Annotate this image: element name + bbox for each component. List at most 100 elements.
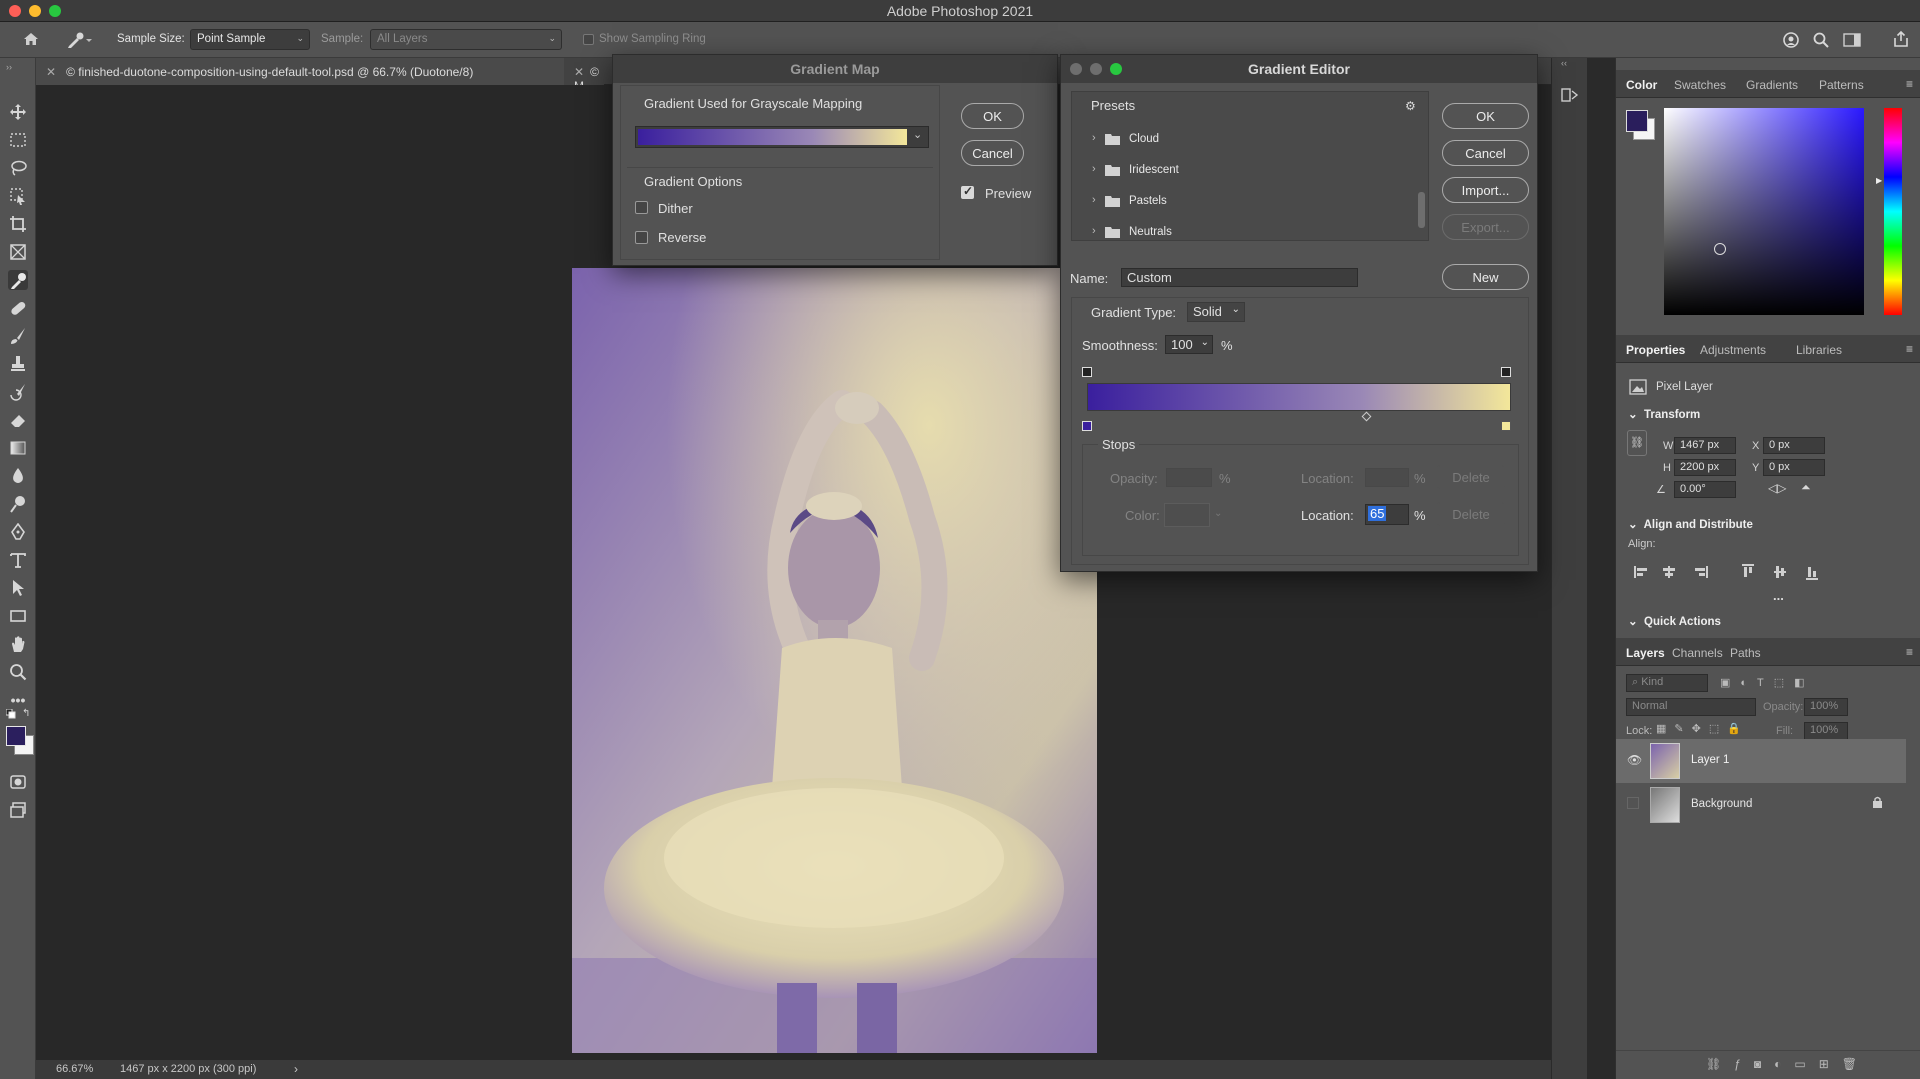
chevron-right-icon[interactable]: ›	[1092, 225, 1096, 237]
x-field[interactable]: 0 px	[1763, 437, 1825, 454]
hue-slider-arrow-icon[interactable]: ▶	[1876, 176, 1882, 185]
chevron-right-icon[interactable]: ›	[294, 1062, 298, 1076]
layer-filter-icons[interactable]: ▣◐T⬚◧	[1720, 676, 1815, 689]
gradient-tool-icon[interactable]	[8, 438, 28, 458]
panel-menu-icon[interactable]: ≡	[1906, 342, 1913, 356]
eraser-tool-icon[interactable]	[8, 410, 28, 430]
zoom-dialog-button[interactable]	[1110, 63, 1122, 75]
rectangle-tool-icon[interactable]	[8, 606, 28, 626]
default-colors-icon[interactable]	[5, 708, 16, 722]
home-icon[interactable]	[22, 31, 40, 47]
hue-slider[interactable]	[1884, 108, 1902, 315]
tab-swatches[interactable]: Swatches	[1674, 78, 1726, 92]
tab-document-2[interactable]: ✕© M	[564, 58, 604, 93]
gradient-preview-strip[interactable]	[638, 129, 907, 145]
close-tab-icon[interactable]: ✕	[574, 65, 584, 79]
pen-tool-icon[interactable]	[8, 522, 28, 542]
zoom-tool-icon[interactable]	[8, 662, 28, 682]
tab-properties[interactable]: Properties	[1626, 343, 1685, 357]
eye-icon[interactable]: 👁	[1627, 753, 1642, 767]
minimize-dialog-button[interactable]	[1090, 63, 1102, 75]
tab-channels[interactable]: Channels	[1672, 646, 1723, 660]
layer-name[interactable]: Background	[1691, 798, 1752, 810]
color-picker-cursor[interactable]	[1714, 243, 1726, 255]
color-fg-swatch[interactable]	[1626, 110, 1648, 132]
color-location-field[interactable]: 65	[1365, 504, 1409, 525]
lasso-tool-icon[interactable]	[8, 158, 28, 178]
angle-field[interactable]: 0.00°	[1674, 481, 1736, 498]
tab-document-1[interactable]: ✕ © finished-duotone-composition-using-de…	[36, 58, 564, 85]
hand-tool-icon[interactable]	[8, 634, 28, 654]
layers-footer-icons[interactable]: ⛓ƒ◙◐▭⊞🗑	[1706, 1057, 1870, 1071]
quick-actions-section-header[interactable]: ⌄ Quick Actions	[1628, 614, 1721, 628]
preset-folder-neutrals[interactable]: › Neutrals	[1092, 223, 1392, 243]
sample-size-select[interactable]: Point Sample ⌄	[190, 29, 310, 50]
color-delete-button[interactable]: Delete	[1437, 502, 1505, 526]
flip-vertical-icon[interactable]: ⏶	[1801, 480, 1811, 495]
tab-adjustments[interactable]: Adjustments	[1700, 343, 1766, 357]
path-selection-tool-icon[interactable]	[8, 578, 28, 598]
fill-field[interactable]: 100%	[1804, 722, 1848, 740]
color-stop-left[interactable]	[1082, 421, 1092, 431]
opacity-location-field[interactable]	[1365, 468, 1409, 487]
preview-checkbox[interactable]	[961, 184, 974, 199]
preset-folder-iridescent[interactable]: › Iridescent	[1092, 161, 1392, 181]
tab-gradients[interactable]: Gradients	[1746, 78, 1798, 92]
tab-patterns[interactable]: Patterns	[1819, 78, 1864, 92]
tab-libraries[interactable]: Libraries	[1796, 343, 1842, 357]
object-selection-tool-icon[interactable]	[8, 186, 28, 206]
lock-icons[interactable]: ▦✎✥⬚🔒	[1656, 722, 1749, 735]
tab-color[interactable]: Color	[1626, 78, 1657, 92]
width-field[interactable]: 1467 px	[1674, 437, 1736, 454]
collapse-icon[interactable]: ››	[6, 62, 12, 72]
gradient-map-cancel-button[interactable]: Cancel	[961, 140, 1024, 166]
history-panel-icon[interactable]	[1561, 86, 1579, 107]
gradient-map-ok-button[interactable]: OK	[961, 103, 1024, 129]
frame-tool-icon[interactable]	[8, 242, 28, 262]
search-icon[interactable]	[1812, 31, 1830, 52]
align-distribute-section-header[interactable]: ⌄ Align and Distribute	[1628, 517, 1753, 531]
layer-row-layer-1[interactable]: 👁 Layer 1	[1616, 739, 1906, 783]
visibility-toggle[interactable]	[1627, 797, 1639, 809]
tab-paths[interactable]: Paths	[1730, 646, 1761, 660]
layer-name[interactable]: Layer 1	[1691, 754, 1729, 766]
color-field[interactable]	[1664, 108, 1864, 315]
foreground-color-swatch[interactable]	[6, 726, 26, 746]
layer-filter-select[interactable]: ⌕ Kind	[1626, 674, 1708, 692]
transform-section-header[interactable]: ⌄ Transform	[1628, 407, 1700, 421]
height-field[interactable]: 2200 px	[1674, 459, 1736, 476]
chevron-right-icon[interactable]: ›	[1092, 163, 1096, 175]
dither-checkbox[interactable]	[635, 201, 648, 214]
link-dimensions-icon[interactable]: ⛓	[1627, 430, 1647, 456]
quick-mask-icon[interactable]	[8, 772, 28, 792]
eyedropper-tool-preset-icon[interactable]	[66, 31, 92, 52]
panel-menu-icon[interactable]: ≡	[1906, 77, 1913, 91]
gradient-picker[interactable]: ⌄	[635, 126, 929, 148]
panel-menu-icon[interactable]: ≡	[1906, 645, 1913, 659]
history-brush-tool-icon[interactable]	[8, 382, 28, 402]
chevron-down-icon[interactable]: ⌄	[1214, 508, 1222, 519]
stop-color-swatch[interactable]	[1164, 503, 1210, 527]
color-stop-right[interactable]	[1501, 421, 1511, 431]
gradient-editor-ok-button[interactable]: OK	[1442, 103, 1529, 129]
y-field[interactable]: 0 px	[1763, 459, 1825, 476]
eyedropper-tool-icon[interactable]	[8, 270, 28, 290]
gradient-editor-cancel-button[interactable]: Cancel	[1442, 140, 1529, 166]
opacity-stop-left[interactable]	[1082, 367, 1092, 377]
type-tool-icon[interactable]	[8, 550, 28, 570]
close-dialog-button[interactable]	[1070, 63, 1082, 75]
close-tab-icon[interactable]: ✕	[46, 65, 56, 79]
gradient-type-select[interactable]: Solid ⌄	[1187, 302, 1245, 322]
smoothness-field[interactable]: 100 ⌄	[1165, 335, 1213, 354]
zoom-level[interactable]: 66.67%	[56, 1063, 93, 1075]
chevron-right-icon[interactable]: ›	[1092, 132, 1096, 144]
move-tool-icon[interactable]	[8, 102, 28, 122]
learn-icon[interactable]	[1782, 31, 1800, 52]
collapse-icon[interactable]: ‹‹	[1561, 58, 1567, 68]
show-sampling-ring-checkbox[interactable]	[583, 34, 594, 45]
opacity-field[interactable]: 100%	[1804, 698, 1848, 716]
chevron-down-icon[interactable]: ⌄	[913, 128, 922, 141]
more-options-button[interactable]: ...	[1773, 588, 1784, 603]
preset-folder-cloud[interactable]: › Cloud	[1092, 130, 1392, 150]
more-tools-icon[interactable]: •••	[8, 690, 28, 710]
